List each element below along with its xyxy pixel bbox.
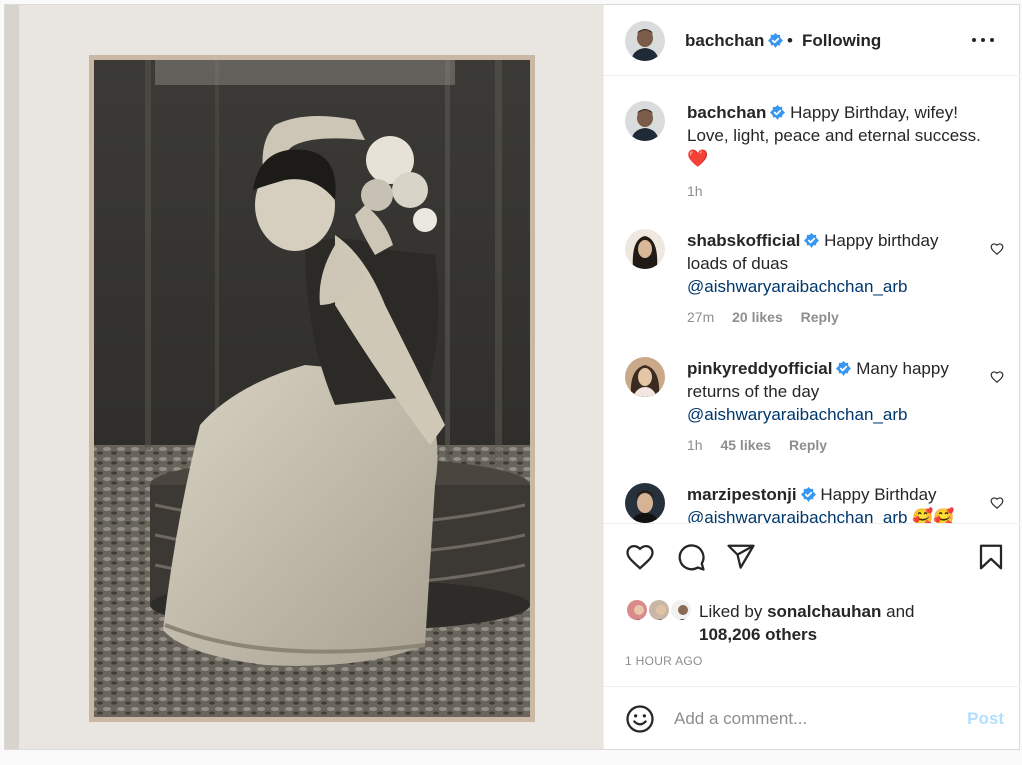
comment-username[interactable]: pinkyreddyofficial: [687, 359, 832, 378]
comment-meta: 1h 45 likes Reply: [687, 437, 841, 453]
add-comment-bar: Post: [604, 686, 1020, 749]
comment-text: Happy Birthday: [820, 485, 937, 504]
post-timestamp[interactable]: 1 HOUR AGO: [625, 654, 703, 668]
commenter-avatar[interactable]: [625, 357, 665, 397]
verified-icon: [836, 361, 852, 376]
framed-portrait-photo: [5, 5, 603, 749]
reply-button[interactable]: Reply: [801, 309, 839, 325]
caption-username[interactable]: bachchan: [687, 103, 766, 122]
caption-line2: Love, light, peace and eternal success.: [687, 126, 981, 145]
post-comment-button[interactable]: Post: [967, 709, 1004, 729]
comment-body: pinkyreddyofficial Many happy returns of…: [687, 357, 977, 426]
author-avatar[interactable]: [625, 21, 665, 61]
bookmark-icon[interactable]: [976, 542, 1006, 572]
comment-username[interactable]: marzipestonji: [687, 485, 797, 504]
comment-likes[interactable]: 20 likes: [732, 309, 783, 325]
liked-by-user[interactable]: sonalchauhan: [767, 602, 881, 621]
comment-body: marzipestonji Happy Birthday @aishwaryar…: [687, 483, 977, 523]
commenter-avatar[interactable]: [625, 229, 665, 269]
likes-summary: Liked by sonalchauhan and 108,206 others: [699, 600, 999, 646]
comment-username[interactable]: shabskofficial: [687, 231, 800, 250]
comment-meta: 27m 20 likes Reply: [687, 309, 853, 325]
caption-emoji: ❤️: [687, 149, 709, 168]
post-modal: bachchan • Following bachchan Happy Birt…: [4, 4, 1020, 750]
post-actions: Liked by sonalchauhan and 108,206 others…: [604, 523, 1020, 685]
separator-dot: •: [787, 31, 793, 50]
comment-mention[interactable]: @aishwaryaraibachchan_arb: [687, 277, 907, 296]
verified-icon: [768, 33, 784, 48]
likes-others[interactable]: 108,206 others: [699, 625, 817, 644]
verified-icon: [770, 105, 786, 120]
caption-meta: 1h: [687, 183, 717, 199]
verified-icon: [804, 233, 820, 248]
liker-avatar: [647, 598, 671, 622]
post-sidebar: bachchan • Following bachchan Happy Birt…: [603, 5, 1020, 749]
liked-by-and: and: [886, 602, 915, 621]
comment-time[interactable]: 1h: [687, 437, 703, 453]
comment-mention[interactable]: @aishwaryaraibachchan_arb: [687, 405, 907, 424]
heart-icon[interactable]: [625, 542, 655, 572]
share-icon[interactable]: [726, 542, 756, 572]
author-username[interactable]: bachchan: [685, 31, 784, 51]
liked-by-prefix: Liked by: [699, 602, 763, 621]
post-header: bachchan • Following: [604, 5, 1020, 76]
caption-time[interactable]: 1h: [687, 183, 703, 199]
caption-line1: Happy Birthday, wifey!: [790, 103, 958, 122]
emoji-icon[interactable]: [625, 704, 655, 734]
small-heart-icon[interactable]: [990, 242, 1004, 256]
comment-emoji: 🥰🥰: [912, 508, 955, 523]
small-heart-icon[interactable]: [990, 496, 1004, 510]
commenter-avatar[interactable]: [625, 483, 665, 523]
liker-avatar: [625, 598, 649, 622]
comment-icon[interactable]: [676, 542, 706, 572]
author-username-text[interactable]: bachchan: [685, 31, 764, 50]
comment-input[interactable]: [674, 703, 954, 735]
caption-body: bachchan Happy Birthday, wifey! Love, li…: [687, 101, 987, 170]
comment-time[interactable]: 27m: [687, 309, 714, 325]
more-options-icon[interactable]: [972, 36, 994, 44]
comments-list[interactable]: bachchan Happy Birthday, wifey! Love, li…: [604, 77, 1020, 523]
verified-icon: [800, 487, 816, 502]
liker-avatars[interactable]: [625, 596, 695, 624]
liker-avatar: [669, 598, 693, 622]
post-photo[interactable]: [5, 5, 603, 749]
following-button[interactable]: Following: [802, 31, 881, 51]
small-heart-icon[interactable]: [990, 370, 1004, 384]
comment-body: shabskofficial Happy birthday loads of d…: [687, 229, 977, 298]
reply-button[interactable]: Reply: [789, 437, 827, 453]
comment-likes[interactable]: 45 likes: [720, 437, 771, 453]
caption-avatar[interactable]: [625, 101, 665, 141]
comment-mention[interactable]: @aishwaryaraibachchan_arb: [687, 508, 907, 523]
